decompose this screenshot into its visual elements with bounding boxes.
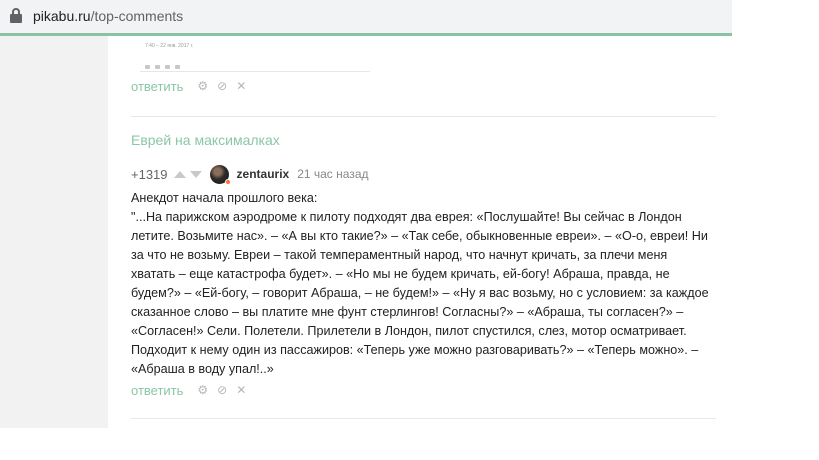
comment-actions: ответить ⚙ ⊘ ✕: [131, 382, 255, 398]
comment-body: Анекдот начала прошлого века: "...На пар…: [131, 189, 721, 379]
comment-line: летите. Возьмите нас». – «А вы кто такие…: [131, 229, 708, 243]
comment-line: Анекдот начала прошлого века:: [131, 191, 318, 205]
embedded-image-fragment: 7:40 – 22 янв. 2017 г.: [140, 40, 370, 74]
comment-line: сказанное слово – вы платите мне фунт ст…: [131, 305, 684, 319]
avatar[interactable]: [209, 164, 231, 185]
reply-link[interactable]: ответить: [131, 383, 183, 398]
gear-icon[interactable]: ⚙: [197, 383, 208, 397]
comment-divider: [131, 418, 716, 419]
gear-icon[interactable]: ⚙: [197, 79, 208, 93]
comment-line: будем?» – «Ей-богу, – говорит Абраша, – …: [131, 286, 709, 300]
embedded-divider: [140, 71, 370, 72]
arrow-down-icon[interactable]: [189, 170, 202, 178]
left-gutter: [0, 36, 108, 428]
header-accent-line: [0, 33, 732, 36]
block-icon[interactable]: ⊘: [217, 79, 227, 93]
page-bottom: [108, 428, 819, 460]
comment-line: «Согласен!» Сели. Полетели. Прилетели в …: [131, 324, 687, 338]
comment-line: «Абраша в воду упал!..»: [131, 362, 274, 376]
close-icon[interactable]: ✕: [236, 383, 246, 397]
embedded-icons: [145, 56, 205, 69]
lock-icon: [9, 8, 23, 24]
comment-line: "...На парижском аэродроме к пилоту подх…: [131, 210, 682, 224]
author-name[interactable]: zentaurix: [237, 167, 290, 181]
comment-line: Подходит к нему один из пассажиров: «Теп…: [131, 343, 699, 357]
comment-rating: +1319: [131, 166, 168, 182]
block-icon[interactable]: ⊘: [217, 383, 227, 397]
comment-divider: [131, 116, 716, 117]
comment-meta: +1319 zentaurix 21 час назад: [131, 164, 369, 185]
previous-comment-actions: ответить ⚙ ⊘ ✕: [131, 78, 255, 94]
arrow-up-icon[interactable]: [173, 170, 186, 178]
url-path: /top-comments: [90, 8, 184, 24]
online-status-dot: [224, 178, 231, 185]
post-title[interactable]: Еврей на максималках: [131, 132, 280, 148]
comment-time[interactable]: 21 час назад: [297, 167, 368, 181]
comment-line: хватать – еще катастрофа будет». – «Но м…: [131, 267, 670, 281]
browser-address-bar[interactable]: pikabu.ru/top-comments: [0, 0, 732, 33]
embedded-timestamp: 7:40 – 22 янв. 2017 г.: [145, 43, 194, 49]
close-icon[interactable]: ✕: [236, 79, 246, 93]
url-host: pikabu.ru: [33, 8, 91, 24]
url-text[interactable]: pikabu.ru/top-comments: [33, 8, 183, 24]
reply-link[interactable]: ответить: [131, 79, 183, 94]
comment-line: за что не возьму. Евреи – такой темперам…: [131, 248, 668, 262]
